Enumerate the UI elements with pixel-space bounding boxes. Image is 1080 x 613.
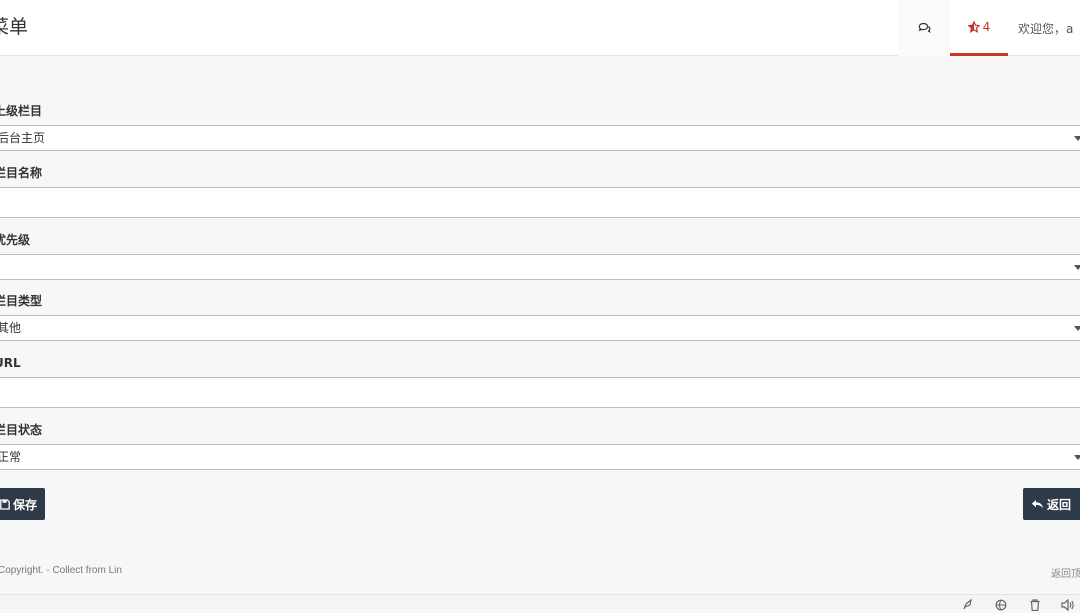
- favorites-nav-item[interactable]: 4: [950, 0, 1008, 56]
- trash-icon[interactable]: [1029, 599, 1041, 613]
- name-label: 栏目名称: [0, 166, 43, 180]
- chevron-down-icon: [1074, 136, 1080, 141]
- reply-icon: [1031, 499, 1043, 509]
- url-label: URL: [0, 356, 21, 370]
- parent-label: 上级栏目: [0, 104, 43, 118]
- save-icon: [0, 498, 10, 510]
- back-button-label: 返回: [1047, 497, 1072, 512]
- navbar-right: 4 欢迎您，a: [898, 0, 1080, 56]
- priority-select[interactable]: [0, 254, 1080, 280]
- welcome-text: 欢迎您，a: [1018, 21, 1074, 36]
- back-button[interactable]: 返回: [1023, 488, 1080, 520]
- rocket-icon[interactable]: [962, 598, 974, 613]
- type-select[interactable]: 其他: [0, 315, 1080, 341]
- chevron-down-icon: [1074, 455, 1080, 460]
- bottom-toolbar: [0, 594, 1080, 612]
- status-select-value: 正常: [0, 450, 22, 464]
- type-select-value: 其他: [0, 321, 22, 335]
- status-label: 栏目状态: [0, 423, 43, 437]
- globe-icon[interactable]: [995, 599, 1007, 613]
- save-button-label: 保存: [12, 497, 37, 512]
- parent-select[interactable]: 后台主页: [0, 125, 1080, 151]
- name-input[interactable]: [0, 187, 1080, 218]
- messages-nav-item[interactable]: [898, 0, 950, 56]
- footer-copyright: Copyright. - Collect from Lin: [0, 565, 122, 576]
- save-button[interactable]: 保存: [0, 488, 45, 520]
- page-title: 菜单: [0, 16, 29, 38]
- type-label: 栏目类型: [0, 294, 43, 308]
- priority-label: 优先级: [0, 233, 31, 247]
- chevron-down-icon: [1074, 326, 1080, 331]
- user-menu[interactable]: 欢迎您，a: [1018, 0, 1080, 56]
- chevron-down-icon: [1074, 265, 1080, 270]
- status-select[interactable]: 正常: [0, 444, 1080, 470]
- star-half-icon: [967, 20, 980, 33]
- favorites-count: 4: [982, 19, 991, 34]
- comments-icon: [918, 22, 931, 33]
- top-navbar: 菜单 4 欢迎您，a: [0, 0, 1080, 56]
- back-to-top-link[interactable]: 返回顶部: [1051, 565, 1080, 580]
- url-input[interactable]: [0, 377, 1080, 408]
- volume-icon[interactable]: [1061, 598, 1074, 613]
- parent-select-value: 后台主页: [0, 131, 46, 145]
